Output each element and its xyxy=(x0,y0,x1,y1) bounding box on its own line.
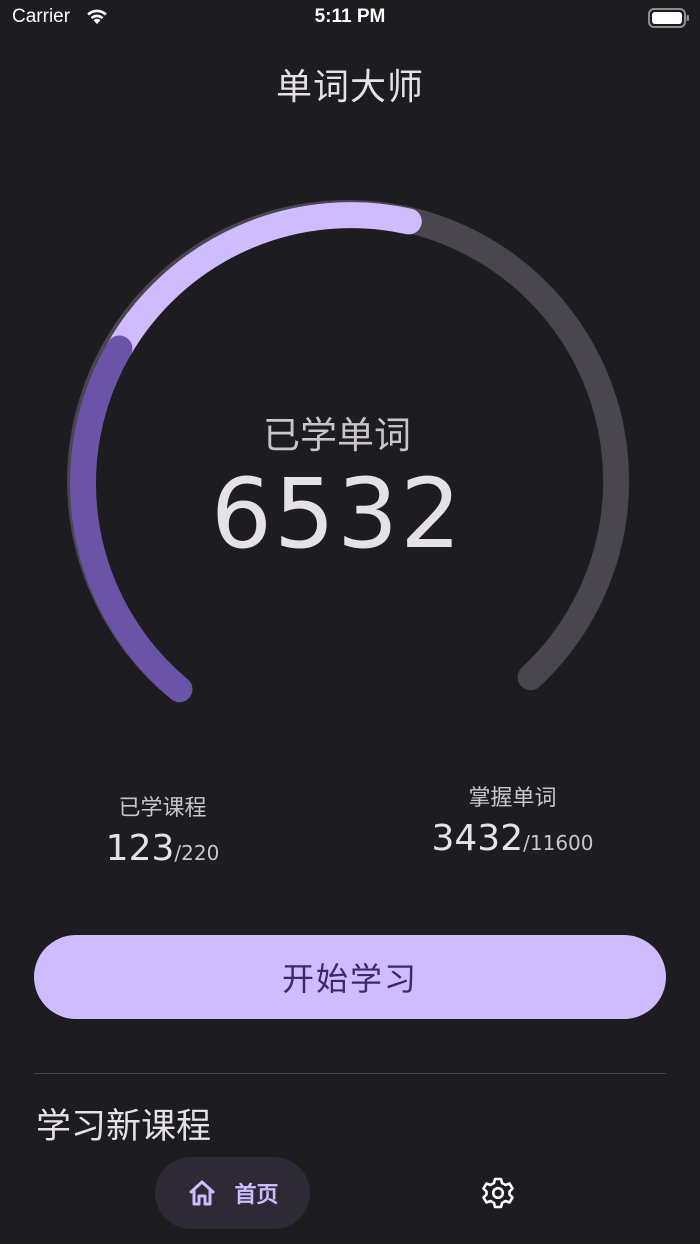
nav-item-settings[interactable] xyxy=(470,1165,526,1221)
stat-courses-value-row: 123/220 xyxy=(80,828,245,869)
stat-courses-value: 123 xyxy=(105,828,175,869)
stat-words: 掌握单词 3432/11600 xyxy=(410,780,615,859)
gear-icon xyxy=(482,1177,514,1209)
start-learning-button[interactable]: 开始学习 xyxy=(34,935,666,1019)
clock-label: 5:11 PM xyxy=(314,6,386,27)
stat-words-label: 掌握单词 xyxy=(468,786,557,811)
battery-icon xyxy=(648,8,689,28)
status-bar: Carrier 5:11 PM xyxy=(0,0,700,36)
page-title: 单词大师 xyxy=(275,67,424,108)
stat-words-value: 3432 xyxy=(431,818,524,859)
home-icon xyxy=(189,1180,215,1206)
nav-item-home-label: 首页 xyxy=(234,1183,279,1208)
section-divider xyxy=(34,1073,666,1074)
stat-words-separator: / xyxy=(523,831,530,855)
stat-courses-label: 已学课程 xyxy=(118,796,207,821)
stat-words-total: 11600 xyxy=(529,831,594,855)
nav-item-home[interactable]: 首页 xyxy=(155,1157,310,1229)
gauge-value: 6532 xyxy=(210,458,464,570)
stat-words-value-row: 3432/11600 xyxy=(410,818,615,859)
section-title: 学习新课程 xyxy=(36,1107,212,1147)
stat-courses-total: 220 xyxy=(181,841,220,865)
gauge-progress-light xyxy=(106,202,422,362)
gauge-label: 已学单词 xyxy=(263,414,411,457)
stat-courses: 已学课程 123/220 xyxy=(80,790,245,869)
